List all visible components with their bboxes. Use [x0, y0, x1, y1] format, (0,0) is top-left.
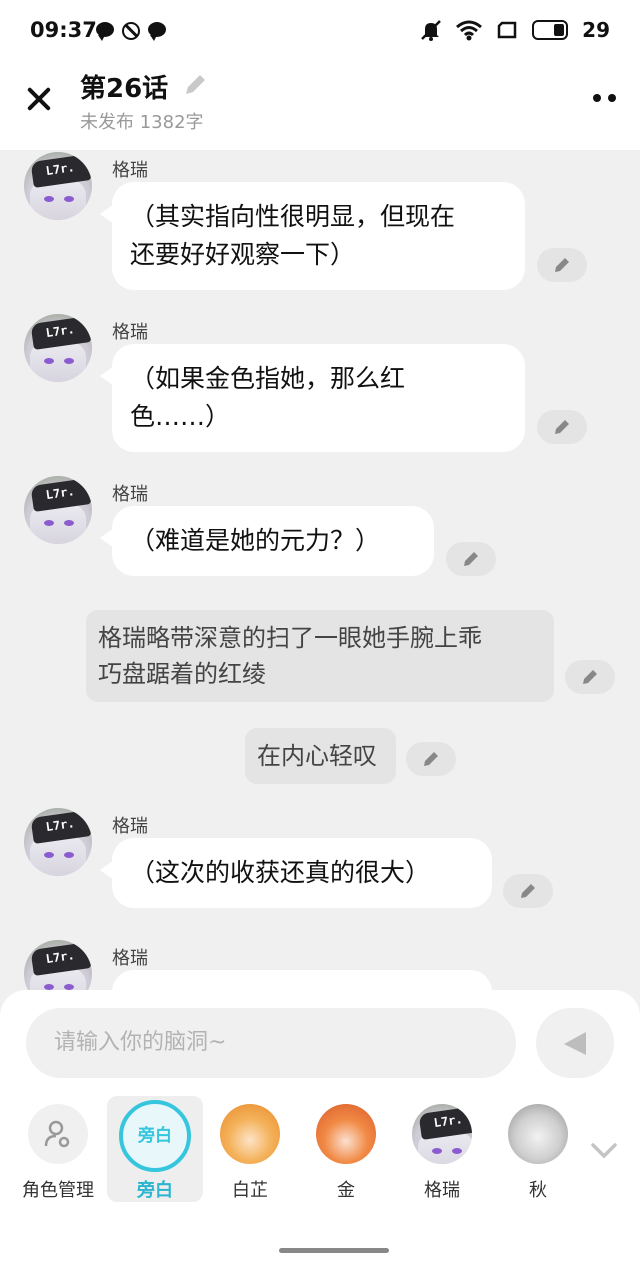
role-label: 旁白 — [137, 1180, 173, 1201]
avatar-jin — [316, 1104, 376, 1164]
role-narration[interactable]: 旁白 旁白 — [107, 1096, 203, 1202]
role-management-button[interactable]: 角色管理 — [10, 1096, 106, 1202]
page-title: 第26话 — [80, 74, 169, 104]
pencil-icon — [424, 752, 438, 766]
silent-bell-icon — [421, 20, 442, 41]
avatar-baizhi — [220, 1104, 280, 1164]
status-time: 09:37 — [30, 18, 97, 42]
edit-message-button[interactable] — [537, 248, 587, 282]
send-icon — [564, 1032, 586, 1055]
message-line: 还要好好观察一下） — [130, 240, 356, 269]
narration-line: 巧盘踞着的红绫 — [98, 660, 266, 688]
narration-line: 在内心轻叹 — [257, 742, 377, 770]
message-bubble[interactable]: （这次的收获还真的很大） — [100, 838, 492, 908]
role-baizhi[interactable]: 白芷 — [202, 1096, 298, 1202]
wifi-icon — [456, 20, 483, 41]
status-right-icons: 29 — [420, 18, 610, 42]
composer-panel: 请输入你的脑洞~ 角色管理 旁白 旁白 白芷 金 格瑞 秋 — [0, 990, 640, 1280]
message-line: （难道是她的元力？） — [130, 526, 381, 555]
edit-message-button[interactable] — [565, 660, 615, 694]
speaker-name: 格瑞 — [112, 160, 148, 181]
pencil-icon — [555, 258, 569, 272]
status-notification-icons — [96, 22, 166, 41]
speaker-name: 格瑞 — [112, 322, 148, 343]
home-indicator[interactable] — [279, 1248, 389, 1253]
role-jin[interactable]: 金 — [298, 1096, 394, 1202]
message-bubble[interactable]: （其实指向性很明显，但现在 还要好好观察一下） — [100, 182, 525, 290]
role-selector: 角色管理 旁白 旁白 白芷 金 格瑞 秋 — [0, 1096, 640, 1206]
role-label: 秋 — [529, 1180, 547, 1201]
close-icon[interactable] — [24, 84, 54, 114]
edit-message-button[interactable] — [503, 874, 553, 908]
battery-level: 29 — [582, 18, 610, 42]
story-input[interactable]: 请输入你的脑洞~ — [26, 1008, 516, 1078]
chapter-status: 未发布 1382字 — [80, 112, 204, 133]
avatar-gerui[interactable] — [24, 940, 92, 990]
role-label: 格瑞 — [424, 1180, 460, 1201]
narration-line: 格瑞略带深意的扫了一眼她手腕上乖 — [98, 624, 482, 652]
screen-icon — [497, 21, 517, 39]
pencil-icon — [555, 420, 569, 434]
pencil-icon — [464, 552, 478, 566]
narration-avatar: 旁白 — [119, 1100, 191, 1172]
battery-icon — [532, 20, 569, 40]
top-bar: 第26话 未发布 1382字 — [0, 62, 640, 150]
role-manage-icon — [28, 1104, 88, 1164]
pencil-icon — [521, 884, 535, 898]
avatar-gerui[interactable] — [24, 152, 92, 220]
avatar-qiu — [508, 1104, 568, 1164]
role-label: 金 — [337, 1180, 355, 1201]
message-line: （其实指向性很明显，但现在 — [130, 202, 456, 231]
send-button[interactable] — [536, 1008, 614, 1078]
message-bubble[interactable] — [112, 970, 492, 990]
message-line: 色……） — [130, 402, 231, 431]
message-notification-icon — [148, 22, 166, 41]
pencil-icon — [583, 670, 597, 684]
avatar-gerui[interactable] — [24, 476, 92, 544]
avatar-gerui[interactable] — [24, 808, 92, 876]
do-not-disturb-icon — [122, 22, 140, 40]
more-options-icon[interactable] — [593, 94, 616, 102]
narration-bubble[interactable]: 在内心轻叹 — [245, 728, 396, 784]
speaker-name: 格瑞 — [112, 484, 148, 505]
role-label: 白芷 — [232, 1180, 268, 1201]
chat-notification-icon — [96, 22, 114, 41]
message-line: （这次的收获还真的很大） — [130, 858, 431, 887]
edit-title-icon[interactable] — [182, 72, 208, 98]
chat-list[interactable]: 格瑞 （其实指向性很明显，但现在 还要好好观察一下） 格瑞 （如果金色指她，那么… — [0, 150, 640, 990]
edit-message-button[interactable] — [537, 410, 587, 444]
role-label: 角色管理 — [22, 1180, 94, 1201]
edit-message-button[interactable] — [406, 742, 456, 776]
message-bubble[interactable]: （难道是她的元力？） — [100, 506, 434, 576]
message-bubble[interactable]: （如果金色指她，那么红 色……） — [100, 344, 525, 452]
message-line: （如果金色指她，那么红 — [130, 364, 406, 393]
role-qiu[interactable]: 秋 — [490, 1096, 586, 1202]
role-gerui[interactable]: 格瑞 — [394, 1096, 490, 1202]
chevron-down-icon[interactable] — [590, 1142, 618, 1160]
speaker-name: 格瑞 — [112, 816, 148, 837]
speaker-name: 格瑞 — [112, 948, 148, 969]
avatar-gerui — [412, 1104, 472, 1164]
status-bar: 09:37 29 — [0, 0, 640, 62]
narration-bubble[interactable]: 格瑞略带深意的扫了一眼她手腕上乖 巧盘踞着的红绫 — [86, 610, 554, 702]
edit-message-button[interactable] — [446, 542, 496, 576]
avatar-gerui[interactable] — [24, 314, 92, 382]
